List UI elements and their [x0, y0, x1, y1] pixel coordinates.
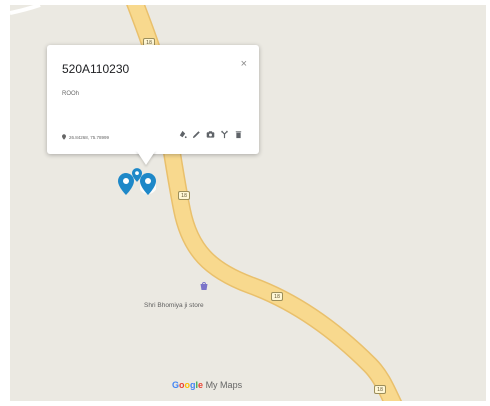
close-button[interactable]: × [241, 58, 247, 70]
map-screenshot: 18 18 18 18 520A110230 × ROOh 26.84268, … [0, 0, 490, 406]
google-my-maps-logo: Google My Maps [172, 380, 242, 390]
google-wordmark: Google [172, 380, 204, 390]
route-shield: 18 [178, 191, 190, 200]
popup-pointer [136, 150, 156, 165]
coordinates-text: 26.84268, 75.78999 [69, 134, 110, 140]
directions-icon[interactable] [220, 129, 229, 139]
location-marker[interactable] [132, 168, 142, 182]
popup-description: ROOh [62, 91, 80, 97]
route-shield: 18 [271, 292, 283, 301]
popup-coordinates: 26.84268, 75.78999 [62, 134, 109, 140]
popup-toolbar [178, 129, 243, 139]
popup-title: 520A110230 [62, 62, 130, 76]
map-canvas[interactable]: 18 18 18 18 520A110230 × ROOh 26.84268, … [10, 5, 486, 401]
edit-icon[interactable] [192, 129, 201, 139]
photo-icon[interactable] [206, 129, 215, 139]
info-popup: 520A110230 × ROOh 26.84268, 75.78999 [47, 45, 259, 154]
selected-location-marker[interactable] [140, 173, 156, 195]
store-icon [200, 282, 208, 290]
style-icon[interactable] [178, 129, 187, 139]
delete-icon[interactable] [234, 129, 243, 139]
route-shield: 18 [374, 385, 386, 394]
minor-road [10, 5, 41, 15]
product-name: My Maps [205, 380, 243, 390]
pin-icon [62, 134, 66, 140]
place-label[interactable]: Shri Bhomiya ji store [144, 302, 204, 309]
